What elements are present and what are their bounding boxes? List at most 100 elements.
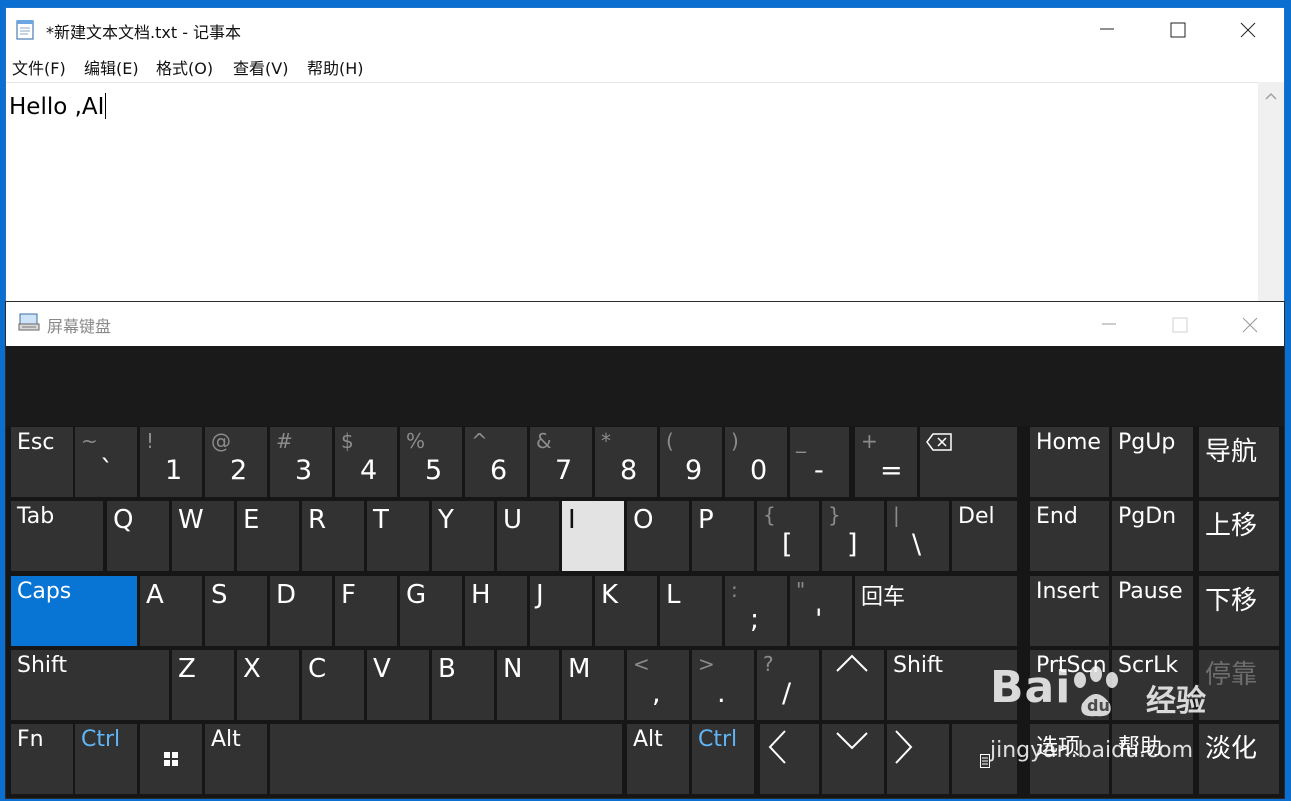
key-pgdn[interactable]: PgDn	[1112, 501, 1193, 571]
key-fade[interactable]: 淡化	[1199, 724, 1279, 794]
key-s[interactable]: S	[205, 576, 267, 646]
key-a[interactable]: A	[140, 576, 202, 646]
key-4[interactable]: $4	[335, 427, 397, 497]
key-2[interactable]: @2	[205, 427, 267, 497]
key-o[interactable]: O	[627, 501, 689, 571]
key-i[interactable]: I	[562, 501, 624, 571]
key-move-down[interactable]: 下移	[1199, 576, 1279, 646]
key-del[interactable]: Del	[952, 501, 1017, 571]
key-l[interactable]: L	[660, 576, 722, 646]
key-g[interactable]: G	[400, 576, 462, 646]
key-f[interactable]: F	[335, 576, 397, 646]
key-pgup[interactable]: PgUp	[1112, 427, 1193, 497]
key-y[interactable]: Y	[432, 501, 494, 571]
key-9[interactable]: (9	[660, 427, 722, 497]
key-回车[interactable]: 回车	[855, 576, 1017, 646]
key-arrow-left[interactable]	[760, 724, 819, 794]
key-shift[interactable]: Shift	[11, 650, 169, 720]
key-arrow-down[interactable]	[822, 724, 884, 794]
menu-view[interactable]: 查看(V)	[233, 55, 288, 79]
key-prtscn[interactable]: PrtScn	[1030, 650, 1109, 720]
key-insert[interactable]: Insert	[1030, 576, 1109, 646]
key-caps[interactable]: Caps	[11, 576, 137, 646]
key-ctrl[interactable]: Ctrl	[75, 724, 137, 794]
key-e[interactable]: E	[237, 501, 299, 571]
key-sym1-12[interactable]: }]	[822, 501, 884, 571]
key-sym3-10[interactable]: ? /	[757, 650, 819, 720]
key-k[interactable]: K	[595, 576, 657, 646]
osk-close-button[interactable]	[1214, 302, 1284, 346]
minimize-button[interactable]	[1072, 8, 1142, 50]
key-sym2-10[interactable]: :;	[725, 576, 787, 646]
key-m[interactable]: M	[562, 650, 624, 720]
key-z[interactable]: Z	[172, 650, 234, 720]
key-6[interactable]: ^ 6	[465, 427, 527, 497]
notepad-titlebar[interactable]: *新建文本文档.txt - 记事本	[6, 8, 1284, 50]
menu-edit[interactable]: 编辑(E)	[84, 55, 139, 79]
key-ctrl[interactable]: Ctrl	[692, 724, 754, 794]
key-pause-label: Pause	[1118, 579, 1183, 604]
key-sym1-13[interactable]: | \	[887, 501, 949, 571]
key-alt[interactable]: Alt	[205, 724, 267, 794]
key-8[interactable]: * 8	[595, 427, 657, 497]
key-tab[interactable]: Tab	[11, 501, 103, 571]
key-p[interactable]: P	[692, 501, 754, 571]
key-arrow-up[interactable]	[822, 650, 884, 720]
key-pause[interactable]: Pause	[1112, 576, 1193, 646]
key-v[interactable]: V	[367, 650, 429, 720]
key-move-up[interactable]: 上移	[1199, 501, 1279, 571]
key-alt[interactable]: Alt	[627, 724, 689, 794]
key-label: Y	[438, 505, 454, 535]
key-0[interactable]: ) 0	[725, 427, 787, 497]
key-w[interactable]: W	[172, 501, 234, 571]
key-nav[interactable]: 导航	[1199, 427, 1279, 497]
vertical-scrollbar[interactable]	[1258, 82, 1284, 308]
key-sym3-8[interactable]: <,	[627, 650, 689, 720]
key-5[interactable]: % 5	[400, 427, 462, 497]
key-q[interactable]: Q	[107, 501, 169, 571]
key-options[interactable]: 选项	[1030, 724, 1109, 794]
key-b[interactable]: B	[432, 650, 494, 720]
key-sym0-13[interactable]: + =	[855, 427, 917, 497]
key-7[interactable]: & 7	[530, 427, 592, 497]
menu-help[interactable]: 帮助(H)	[307, 55, 364, 79]
menu-file[interactable]: 文件(F)	[12, 55, 66, 79]
key-t[interactable]: T	[367, 501, 429, 571]
key-fn[interactable]: Fn	[11, 724, 73, 794]
maximize-button[interactable]	[1142, 8, 1212, 50]
key-menu[interactable]	[952, 724, 1017, 794]
osk-titlebar[interactable]: 屏幕键盘	[6, 302, 1284, 346]
key-sym2-11[interactable]: " '	[790, 576, 852, 646]
key-d[interactable]: D	[270, 576, 332, 646]
key-3[interactable]: #3	[270, 427, 332, 497]
key-x[interactable]: X	[237, 650, 299, 720]
key-help[interactable]: 帮助	[1112, 724, 1193, 794]
key-u[interactable]: U	[497, 501, 559, 571]
key-space[interactable]	[270, 724, 622, 794]
key-sym1-11[interactable]: {[	[757, 501, 819, 571]
key-scrlk[interactable]: ScrLk	[1112, 650, 1193, 720]
key-sym0-12[interactable]: _ -	[790, 427, 849, 497]
key-shift-symbol: ~	[81, 429, 98, 453]
key-h[interactable]: H	[465, 576, 527, 646]
key-esc[interactable]: Esc	[11, 427, 73, 497]
key-sym3-9[interactable]: >.	[692, 650, 754, 720]
key-shift[interactable]: Shift	[887, 650, 1017, 720]
notepad-text-area[interactable]: Hello ,AI	[6, 82, 1258, 309]
close-button[interactable]	[1212, 8, 1282, 50]
key-backspace[interactable]	[920, 427, 1017, 497]
key-end[interactable]: End	[1030, 501, 1109, 571]
key-n[interactable]: N	[497, 650, 559, 720]
key-sym0-1[interactable]: ~ `	[75, 427, 137, 497]
osk-minimize-button[interactable]	[1074, 302, 1144, 346]
key-j[interactable]: J	[530, 576, 592, 646]
key-windows[interactable]	[140, 724, 202, 794]
scroll-up-arrow-icon[interactable]	[1258, 82, 1284, 110]
key-c[interactable]: C	[302, 650, 364, 720]
menu-format[interactable]: 格式(O)	[156, 55, 213, 79]
key-1[interactable]: ! 1	[140, 427, 202, 497]
key-home[interactable]: Home	[1030, 427, 1109, 497]
key-r[interactable]: R	[302, 501, 364, 571]
key-arrow-right[interactable]	[887, 724, 949, 794]
key-dock[interactable]: 停靠	[1199, 650, 1279, 720]
